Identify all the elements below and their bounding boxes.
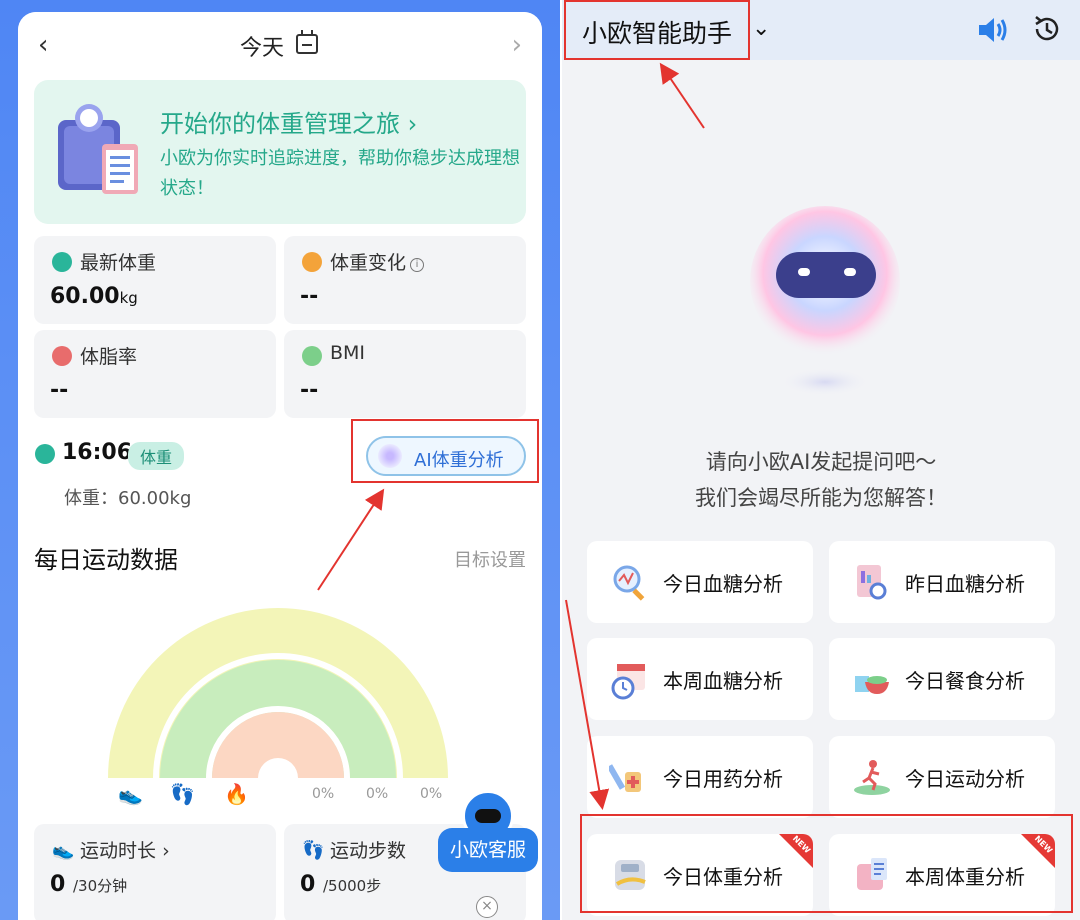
annotation-arrows [317,62,705,810]
arrow-to-ai-button [317,488,385,591]
arrow-to-title [659,62,705,129]
arrow-to-weight-analysis [565,599,610,810]
